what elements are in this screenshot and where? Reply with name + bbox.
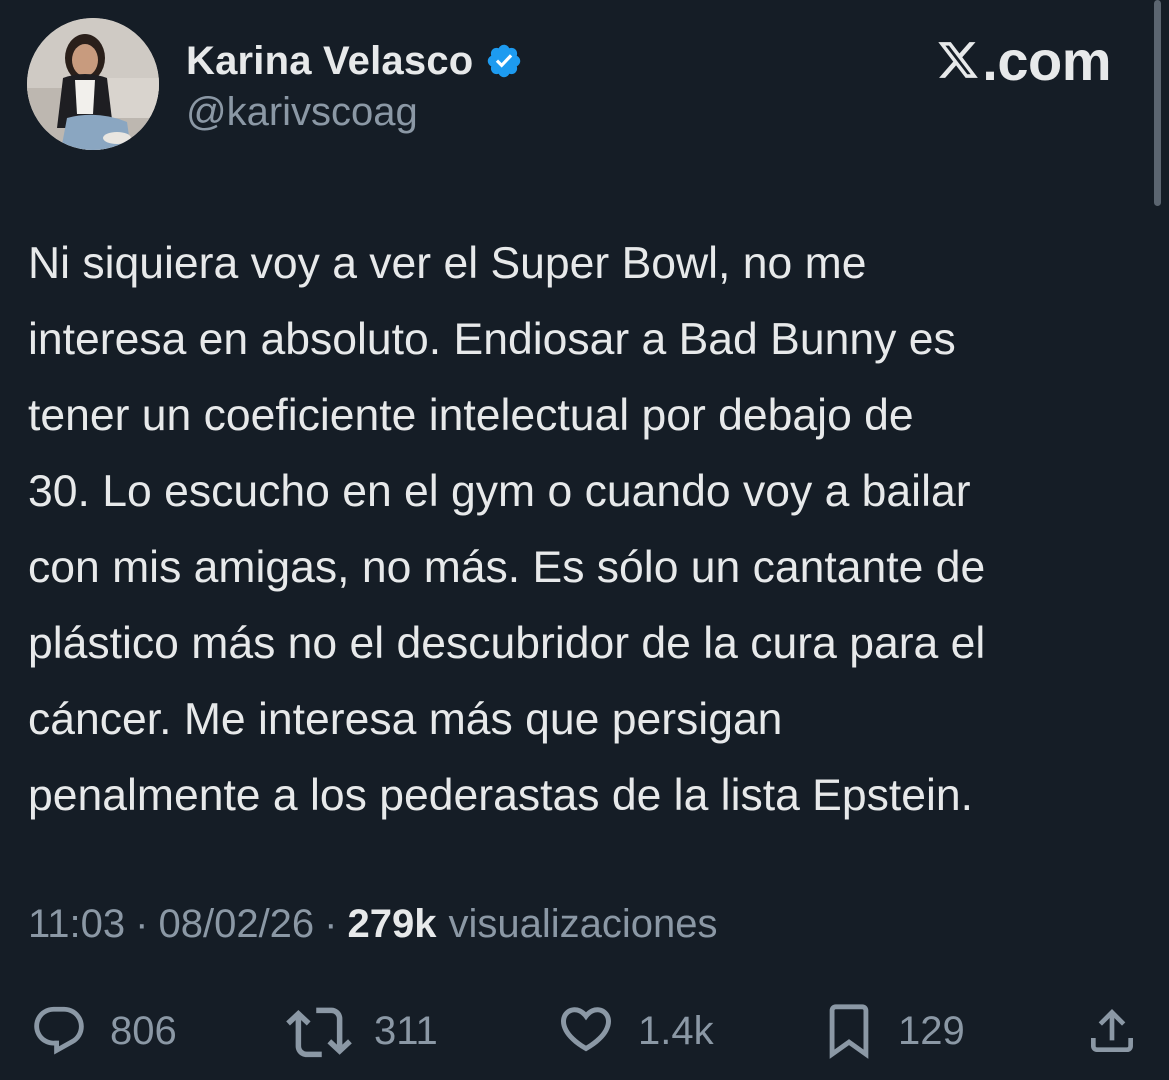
tweet-actions: 806 311 1.4k 129 (0, 1002, 1169, 1060)
like-count: 1.4k (638, 1008, 714, 1053)
bookmark-icon (829, 1004, 869, 1059)
scrollbar[interactable] (1154, 0, 1161, 206)
avatar-photo (27, 18, 159, 150)
tweet-meta: 11:03 · 08/02/26 · 279k visualizaciones (28, 902, 718, 947)
views-label[interactable]: visualizaciones (448, 902, 717, 947)
views-count[interactable]: 279k (348, 902, 437, 947)
like-button[interactable]: 1.4k (556, 1002, 714, 1060)
bookmark-count: 129 (898, 1008, 965, 1053)
brand-watermark: .com (936, 28, 1111, 92)
heart-icon (560, 1007, 612, 1052)
tweet-text: Ni siquiera voy a ver el Super Bowl, no … (28, 226, 1148, 834)
tweet-text-line: penalmente a los pederastas de la lista … (28, 771, 973, 820)
tweet-date[interactable]: 08/02/26 (158, 902, 314, 947)
tweet-time[interactable]: 11:03 (28, 902, 125, 947)
tweet-text-line: cáncer. Me interesa más que persigan (28, 695, 783, 744)
bookmark-button[interactable]: 129 (822, 1002, 965, 1060)
reply-button[interactable]: 806 (30, 1002, 177, 1060)
brand-domain-text: .com (982, 28, 1111, 92)
retweet-count: 311 (374, 1008, 438, 1053)
tweet-text-line: interesa en absoluto. Endiosar a Bad Bun… (28, 315, 956, 364)
reply-icon (34, 1006, 84, 1055)
author-avatar[interactable] (27, 18, 159, 150)
tweet-text-line: Ni siquiera voy a ver el Super Bowl, no … (28, 239, 867, 288)
author-name-row[interactable]: Karina Velasco (186, 38, 523, 84)
meta-separator: · (324, 902, 338, 946)
x-logo-icon (938, 42, 979, 78)
meta-separator: · (135, 902, 149, 946)
retweet-button[interactable]: 311 (286, 1002, 438, 1060)
share-icon (1091, 1009, 1133, 1052)
reply-count: 806 (110, 1008, 177, 1053)
author-handle[interactable]: @karivscoag (186, 90, 418, 135)
author-display-name[interactable]: Karina Velasco (186, 39, 473, 84)
share-button[interactable] (1084, 1002, 1140, 1060)
tweet-text-line: 30. Lo escucho en el gym o cuando voy a … (28, 467, 971, 516)
tweet-text-line: tener un coeficiente intelectual por deb… (28, 391, 914, 440)
tweet-text-line: plástico más no el descubridor de la cur… (28, 619, 986, 668)
tweet-text-line: con mis amigas, no más. Es sólo un canta… (28, 543, 986, 592)
retweet-icon (286, 1007, 352, 1058)
verified-badge-icon[interactable] (485, 42, 523, 80)
